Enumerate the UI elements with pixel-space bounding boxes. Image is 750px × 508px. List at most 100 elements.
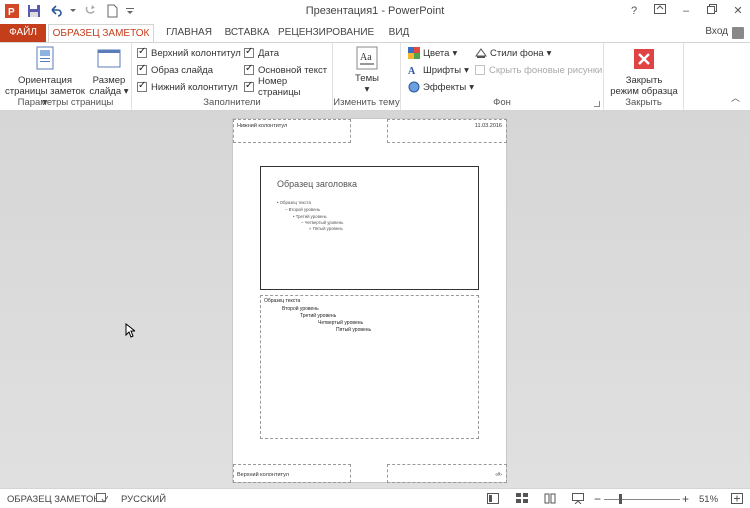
slide-show-icon[interactable] xyxy=(572,493,584,505)
close-master-label-2: режим образца xyxy=(610,86,678,97)
check-icon xyxy=(244,63,254,75)
tab-home[interactable]: ГЛАВНАЯ xyxy=(158,24,220,42)
notes-body-placeholder[interactable]: Образец текста Второй уровень Третий уро… xyxy=(260,295,479,439)
themes-icon: Aa xyxy=(356,46,378,70)
header-text: Нижний колонтитул xyxy=(237,123,288,129)
fonts-icon: A xyxy=(408,64,420,77)
minimize-icon[interactable]: – xyxy=(680,5,692,17)
chevron-down-icon: ▾ xyxy=(364,84,370,95)
group-edit-theme: Aa Темы ▾ Изменить тему xyxy=(333,43,401,110)
group-label-close: Закрыть xyxy=(625,97,662,108)
slide-sorter-icon[interactable] xyxy=(516,493,528,504)
work-area: Нижний колонтитул 11.03.2016 Образец заг… xyxy=(0,111,750,488)
language-label[interactable]: РУССКИЙ xyxy=(121,494,166,505)
group-label-background: Фон xyxy=(493,97,511,108)
footer-text: Верхний колонтитул xyxy=(237,472,289,478)
collapse-ribbon-icon[interactable]: ︿ xyxy=(731,91,740,104)
window-controls: ? – ✕ xyxy=(628,4,744,17)
view-mode-label: ОБРАЗЕЦ ЗАМЕТОК xyxy=(7,494,99,505)
checkbox-page-number[interactable]: Номер страницы xyxy=(244,76,332,98)
check-icon xyxy=(137,46,147,58)
header-placeholder[interactable]: Нижний колонтитул xyxy=(233,119,351,143)
ribbon-display-options-icon[interactable] xyxy=(654,4,666,17)
group-placeholders: Верхний колонтитул Образ слайда Нижний к… xyxy=(132,43,333,110)
group-close: Закрыть режим образца Закрыть xyxy=(604,43,684,110)
fonts-button[interactable]: A Шрифты ▾ xyxy=(408,63,469,78)
checkbox-slide-image[interactable]: Образ слайда xyxy=(137,63,213,77)
title-bar: P Презентация1 - PowerPoint ? – ✕ xyxy=(0,0,750,24)
themes-button[interactable]: Aa Темы ▾ xyxy=(345,46,389,95)
colors-icon xyxy=(408,47,420,59)
slide-image-placeholder[interactable]: Образец заголовка • Образец текста – Вто… xyxy=(260,166,479,290)
notes-level-3: Третий уровень xyxy=(300,313,337,319)
themes-label: Темы xyxy=(355,73,379,84)
group-page-setup: Ориентация страницы заметок ▾ Размер сла… xyxy=(0,43,132,110)
slide-title: Образец заголовка xyxy=(277,179,358,189)
notes-level-5: Пятый уровень xyxy=(336,327,372,333)
check-icon xyxy=(244,46,254,58)
slide-level-1: • Образец текста xyxy=(277,200,311,205)
slide-level-2: – Второй уровень xyxy=(285,207,321,212)
group-label-page-setup: Параметры страницы xyxy=(17,97,114,108)
tab-view[interactable]: ВИД xyxy=(382,24,416,42)
slide-level-3: • Третий уровень xyxy=(293,214,327,219)
checkbox-body[interactable]: Основной текст xyxy=(244,63,327,77)
notes-master-page: Нижний колонтитул 11.03.2016 Образец заг… xyxy=(232,118,507,483)
notes-level-1: Образец текста xyxy=(264,298,301,304)
orientation-icon xyxy=(33,46,57,72)
group-label-edit-theme: Изменить тему xyxy=(333,97,400,108)
slide-level-4: – Четвертый уровень xyxy=(301,220,344,225)
notes-level-2: Второй уровень xyxy=(282,306,319,312)
svg-text:A: A xyxy=(408,66,416,76)
background-styles-button[interactable]: Стили фона ▾ xyxy=(475,46,551,60)
spellcheck-icon[interactable] xyxy=(96,493,109,504)
avatar[interactable] xyxy=(732,27,744,39)
tab-review[interactable]: РЕЦЕНЗИРОВАНИЕ xyxy=(278,24,374,42)
mouse-pointer-icon xyxy=(125,322,137,341)
notes-level-4: Четвертый уровень xyxy=(318,320,364,326)
colors-button[interactable]: Цвета ▾ xyxy=(408,46,457,60)
close-master-view-button[interactable]: Закрыть режим образца xyxy=(606,46,682,97)
checkbox-footer[interactable]: Нижний колонтитул xyxy=(137,80,238,94)
reading-view-icon[interactable] xyxy=(544,493,556,504)
orientation-label-1: Ориентация xyxy=(18,75,72,86)
date-placeholder[interactable]: 11.03.2016 xyxy=(387,119,507,143)
svg-text:Aa: Aa xyxy=(360,52,372,63)
help-icon[interactable]: ? xyxy=(628,5,640,17)
dialog-launcher-icon[interactable] xyxy=(594,101,600,107)
footer-placeholder[interactable]: Верхний колонтитул xyxy=(233,464,351,483)
zoom-out-icon[interactable]: − xyxy=(594,492,601,506)
zoom-slider-thumb[interactable] xyxy=(619,494,622,504)
zoom-slider-track[interactable] xyxy=(604,499,680,500)
close-icon[interactable]: ✕ xyxy=(732,4,744,17)
status-bar: ОБРАЗЕЦ ЗАМЕТОК РУССКИЙ − + 51% xyxy=(0,488,750,508)
background-styles-icon xyxy=(475,47,487,59)
slide-size-icon xyxy=(97,46,121,72)
zoom-in-icon[interactable]: + xyxy=(682,492,689,506)
checkbox-header[interactable]: Верхний колонтитул xyxy=(137,46,241,60)
check-icon xyxy=(137,80,147,92)
close-master-icon xyxy=(634,49,654,69)
date-text: 11.03.2016 xyxy=(474,123,502,129)
fit-to-window-icon[interactable] xyxy=(731,493,743,504)
normal-view-icon[interactable] xyxy=(487,493,499,504)
checkbox-hide-background[interactable]: Скрыть фоновые рисунки xyxy=(475,63,602,77)
check-icon xyxy=(137,63,147,75)
checkbox-date[interactable]: Дата xyxy=(244,46,279,60)
effects-icon xyxy=(408,81,420,93)
slide-size-label-1: Размер xyxy=(92,75,126,86)
tab-insert[interactable]: ВСТАВКА xyxy=(222,24,272,42)
check-icon xyxy=(244,80,254,92)
sign-in-link[interactable]: Вход xyxy=(705,26,728,37)
slide-size-button[interactable]: Размер слайда ▾ xyxy=(88,46,130,97)
group-label-placeholders: Заполнители xyxy=(203,97,261,108)
effects-button[interactable]: Эффекты ▾ xyxy=(408,80,474,94)
checkbox-icon xyxy=(475,65,485,75)
tab-notes-master[interactable]: ОБРАЗЕЦ ЗАМЕТОК xyxy=(48,24,154,42)
slide-size-label-2: слайда ▾ xyxy=(89,86,129,97)
page-number-placeholder[interactable]: ‹#› xyxy=(387,464,507,483)
restore-icon[interactable] xyxy=(706,4,718,17)
ribbon-tabs: ФАЙЛ ОБРАЗЕЦ ЗАМЕТОК ГЛАВНАЯ ВСТАВКА РЕЦ… xyxy=(0,24,750,42)
tab-file[interactable]: ФАЙЛ xyxy=(0,24,46,42)
zoom-level[interactable]: 51% xyxy=(699,494,718,505)
